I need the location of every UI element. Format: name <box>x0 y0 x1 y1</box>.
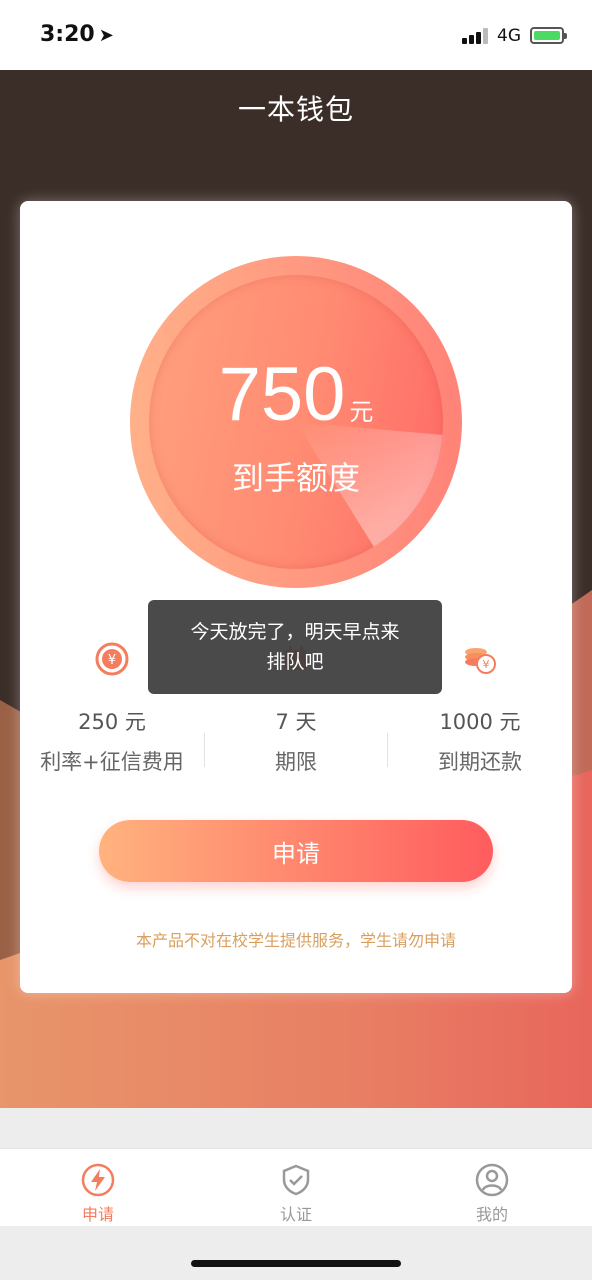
user-icon <box>475 1163 509 1197</box>
location-arrow-icon: ➤ <box>98 25 114 46</box>
home-bar <box>0 1226 592 1280</box>
student-notice: 本产品不对在校学生提供服务，学生请勿申请 <box>135 931 456 950</box>
status-bar: 3:20 ➤ 4G <box>0 0 592 70</box>
coin-stack-icon: ¥ <box>465 648 496 674</box>
tab-mine[interactable]: 我的 <box>432 1163 552 1225</box>
svg-text:¥: ¥ <box>108 653 116 668</box>
credit-amount: 750 元 <box>20 351 572 438</box>
network-label: 4G <box>497 26 521 46</box>
tab-apply-label: 申请 <box>81 1205 114 1224</box>
tab-bar: 申请 认证 我的 <box>0 1148 592 1226</box>
tab-apply[interactable]: 申请 <box>38 1163 158 1225</box>
credit-amount-unit: 元 <box>349 398 374 426</box>
loan-card: 750 元 到手额度 ¥ ¥ 250 元 利率+征信费用 7 天 期限 1000 … <box>20 201 572 993</box>
credit-amount-label: 到手额度 <box>231 459 360 497</box>
battery-icon <box>530 27 567 44</box>
shield-check-icon <box>282 1164 310 1196</box>
status-time: 3:20 ➤ <box>40 22 114 47</box>
app-title: 一本钱包 <box>237 93 354 126</box>
signal-icon <box>462 28 490 44</box>
tab-verify[interactable]: 认证 <box>236 1163 356 1225</box>
term-label: 期限 <box>275 750 317 774</box>
interest-fee-value: 250 元 <box>78 710 146 734</box>
repayment-label: 到期还款 <box>438 750 522 774</box>
yuan-coin-icon: ¥ <box>95 642 129 676</box>
credit-amount-number: 750 <box>218 352 346 437</box>
apply-button[interactable]: 申请 <box>99 820 493 882</box>
repayment-value: 1000 元 <box>439 710 521 734</box>
tab-verify-label: 认证 <box>279 1205 312 1224</box>
lightning-icon <box>81 1163 115 1197</box>
home-indicator[interactable] <box>191 1260 401 1267</box>
tab-mine-label: 我的 <box>475 1205 508 1224</box>
svg-text:¥: ¥ <box>483 658 490 671</box>
interest-fee-label: 利率+征信费用 <box>40 750 184 774</box>
time-text: 3:20 <box>40 22 95 47</box>
term-value: 7 天 <box>275 710 317 734</box>
toast-line-1: 今天放完了，明天早点来 <box>190 621 400 643</box>
toast-line-2: 排队吧 <box>266 651 324 673</box>
toast-message: 今天放完了，明天早点来 排队吧 <box>148 600 442 694</box>
